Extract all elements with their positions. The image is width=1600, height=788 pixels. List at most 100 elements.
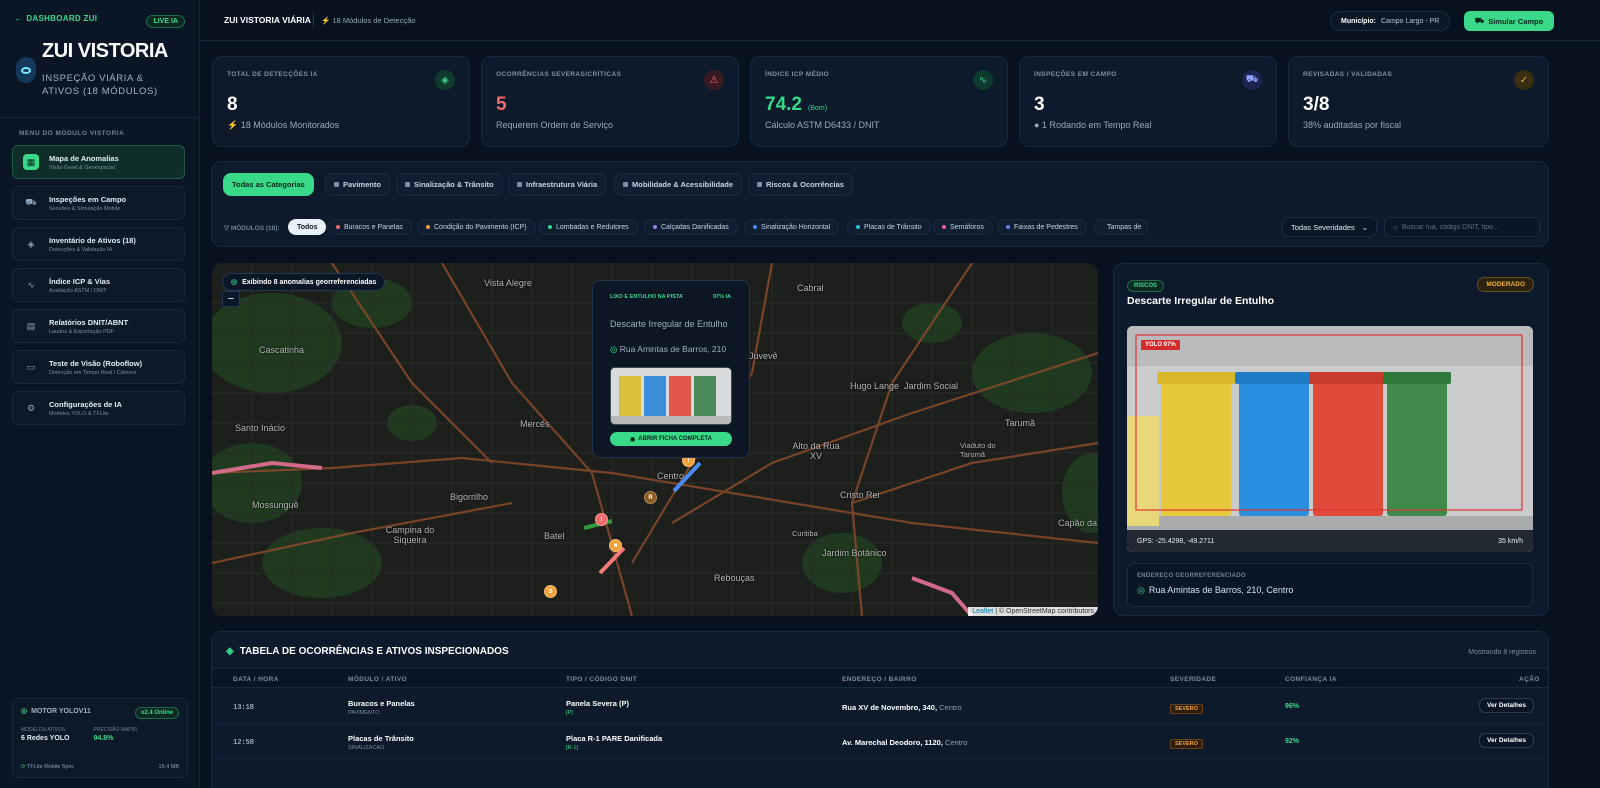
category-sinalizacao[interactable]: Sinalização & Trânsito <box>396 173 503 196</box>
sidebar-item-sub: Detecção em Tempo Real / Câmera <box>49 369 137 376</box>
view-details-button[interactable]: Ver Detalhes <box>1479 698 1535 713</box>
map-marker[interactable]: R <box>644 491 657 504</box>
gear-icon: ⚙ <box>26 402 36 413</box>
module-chip[interactable]: Placas de Trânsito <box>847 219 931 235</box>
document-icon: ▤ <box>26 320 36 331</box>
table-row[interactable]: 13:18 Buracos e Panelas PAVIMENTO Panela … <box>212 689 1548 724</box>
category-pavimento[interactable]: Pavimento <box>325 173 390 196</box>
detail-address-box: ENDEREÇO GEORREFERENCIADO ◎ Rua Amintas d… <box>1127 563 1533 607</box>
zoom-out-button[interactable]: − <box>222 291 240 307</box>
marker-glyph: ! <box>600 516 603 523</box>
sidebar-item-icp[interactable]: ∿ Índice ICP & Vias Avaliação ASTM / DNIT <box>12 268 185 302</box>
module-chip-todos[interactable]: Todos <box>288 219 327 235</box>
camera-icon: ▭ <box>26 361 36 372</box>
module-chip[interactable]: Buracos e Panelas <box>327 219 412 235</box>
chip-label: Semáforos <box>950 223 984 231</box>
chip-label: Sinalização Horizontal <box>761 223 831 231</box>
chip-label: Tampas de <box>1107 223 1142 231</box>
kpi-value: 8 <box>227 94 238 115</box>
live-badge-label: LIVE IA <box>153 18 178 25</box>
brand-title: ZUI VISTORIA <box>42 40 168 62</box>
kpi-value: 3 <box>1034 94 1045 115</box>
car-icon: ⛟ <box>25 197 37 207</box>
cell-address: Av. Marechal Deodoro, 1120, <box>842 738 943 747</box>
sidebar-item-configuracoes[interactable]: ⚙ Configurações de IA Modelos YOLO & TFLi… <box>12 391 185 425</box>
map-marker[interactable]: S <box>544 585 557 598</box>
cell-bairro: Centro <box>944 738 968 747</box>
category-label: Sinalização & Trânsito <box>414 180 494 189</box>
sidebar-item-inventario[interactable]: ◈ Inventário de Ativos (18) Detecções & V… <box>12 227 185 261</box>
municipio-selector[interactable]: Município: Campo Largo - PR <box>1330 11 1451 31</box>
header-divider <box>313 13 314 27</box>
table-count: Mostrando 8 registros <box>1468 649 1536 656</box>
chip-label: Calçadas Danificadas <box>661 223 729 231</box>
module-chip[interactable]: Semáforos <box>933 219 993 235</box>
sidebar-item-teste-visao[interactable]: ▭ Teste de Visão (Roboflow) Detecção em T… <box>12 350 185 384</box>
app: ← DASHBOARD ZUI LIVE IA ZUI VISTORIA INS… <box>0 0 1600 788</box>
kpi-note: Requerem Ordem de Serviço <box>496 120 614 130</box>
sidebar-item-sub: Sessões & Simulação Mobile <box>49 205 121 212</box>
cell-confidence: 92% <box>1285 738 1300 745</box>
map-label: Tarumã <box>1005 418 1036 428</box>
search-input[interactable] <box>1401 223 1531 231</box>
view-details-button[interactable]: Ver Detalhes <box>1479 733 1535 748</box>
sidebar-item-title: Configurações de IA <box>49 399 122 409</box>
map-label: Cabral <box>797 283 824 293</box>
arrow-left-icon: ← <box>14 14 23 23</box>
sidebar-item-title: Teste de Visão (Roboflow) <box>49 358 143 368</box>
category-label: Mobilidade & Acessibilidade <box>632 180 733 189</box>
category-label: Infraestrutura Viária <box>526 180 598 189</box>
eye-icon: ◉ <box>630 436 636 443</box>
table-row[interactable]: 12:58 Placas de Trânsito SINALIZACAO Plac… <box>212 724 1548 759</box>
alert-icon: ⚠ <box>704 70 724 90</box>
sidebar-item-relatorios[interactable]: ▤ Relatórios DNIT/ABNT Laudos & Exportaçã… <box>12 309 185 343</box>
open-full-record-button[interactable]: ◉ ABRIR FICHA COMPLETA <box>610 432 732 446</box>
map-marker[interactable]: ! <box>595 513 608 526</box>
marker-glyph: ! <box>687 457 690 464</box>
module-chip[interactable]: Tampas de <box>1094 219 1148 235</box>
simular-campo-button[interactable]: ⛟ Simular Campo <box>1464 11 1554 31</box>
sidebar-item-mapa[interactable]: ▦ Mapa de Anomalias Visão Geral & Geoespa… <box>12 145 185 179</box>
cell-bairro: Centro <box>939 703 962 712</box>
category-infraestrutura[interactable]: Infraestrutura Viária <box>508 173 607 196</box>
address-label: ENDEREÇO GEORREFERENCIADO <box>1137 573 1246 579</box>
eye-icon <box>16 57 36 83</box>
map-marker[interactable]: ■ <box>609 539 622 552</box>
leaflet-link[interactable]: Leaflet <box>972 608 993 615</box>
module-chip[interactable]: Calçadas Danificadas <box>644 219 738 235</box>
engine-title: MOTOR YOLOV11 <box>31 707 91 715</box>
cell-confidence: 96% <box>1285 703 1300 710</box>
filters-panel: Todas as Categorias Pavimento Sinalizaçã… <box>211 161 1549 247</box>
kpi-card-deteccoes: TOTAL DE DETECÇÕES IA ◈ 8 ⚡ 18 Módulos M… <box>212 56 470 147</box>
sidebar-item-inspecoes[interactable]: ⛟ Inspeções em Campo Sessões & Simulação … <box>12 186 185 220</box>
engine-precision-label: PRECISÃO MAP50 <box>93 727 138 733</box>
sidebar: ← DASHBOARD ZUI LIVE IA ZUI VISTORIA INS… <box>0 0 200 788</box>
module-chip[interactable]: Sinalização Horizontal <box>744 219 840 235</box>
simular-label: Simular Campo <box>1488 16 1544 26</box>
attribution-text: | © OpenStreetMap contributors <box>995 608 1094 615</box>
anomaly-map[interactable]: ◎ Exibindo 8 anomalias georreferenciadas … <box>212 263 1098 616</box>
cell-address: Rua XV de Novembro, 340, <box>842 703 938 712</box>
detail-photo: YOLO 97% GPS: -25.4298, -49.2711 35 km/h <box>1127 326 1533 552</box>
category-todas[interactable]: Todas as Categorias <box>223 173 314 196</box>
module-chip[interactable]: Lombadas e Redutores <box>539 219 638 235</box>
chip-label: Condição do Pavimento (ICP) <box>434 223 527 231</box>
category-mobilidade[interactable]: Mobilidade & Acessibilidade <box>614 173 742 196</box>
severity-select[interactable]: Todas Severidades ⌄ <box>1282 217 1377 237</box>
layers-icon: ◈ <box>226 646 234 657</box>
gps-coordinates: GPS: -25.4298, -49.2711 <box>1137 537 1215 545</box>
marker-glyph: R <box>648 494 653 501</box>
module-chip[interactable]: Condição do Pavimento (ICP) <box>417 219 536 235</box>
category-riscos[interactable]: Riscos & Ocorrências <box>748 173 853 196</box>
kpi-card-severas: OCORRÊNCIAS SEVERAS/CRÍTICAS ⚠ 5 Requere… <box>481 56 739 147</box>
map-attribution: Leaflet | © OpenStreetMap contributors <box>968 607 1098 616</box>
module-chip[interactable]: Faixas de Pedestres <box>997 219 1087 235</box>
map-popup: LIXO E ENTULHO NA PISTA 97% IA Descarte … <box>592 280 750 458</box>
header-subtitle: ⚡ 18 Módulos de Detecção <box>321 16 415 25</box>
modules-label-text: MÓDULOS (18): <box>230 225 280 232</box>
kpi-label: ÍNDICE ICP MÉDIO <box>765 71 830 78</box>
top-header: ZUI VISTORIA VIÁRIA ⚡ 18 Módulos de Dete… <box>200 0 1600 41</box>
sidebar-item-sub: Laudos & Exportação PDF <box>49 328 115 335</box>
engine-footer-right: 15.4 MB <box>158 764 179 770</box>
column-header: ENDEREÇO / BAIRRO <box>842 676 917 683</box>
